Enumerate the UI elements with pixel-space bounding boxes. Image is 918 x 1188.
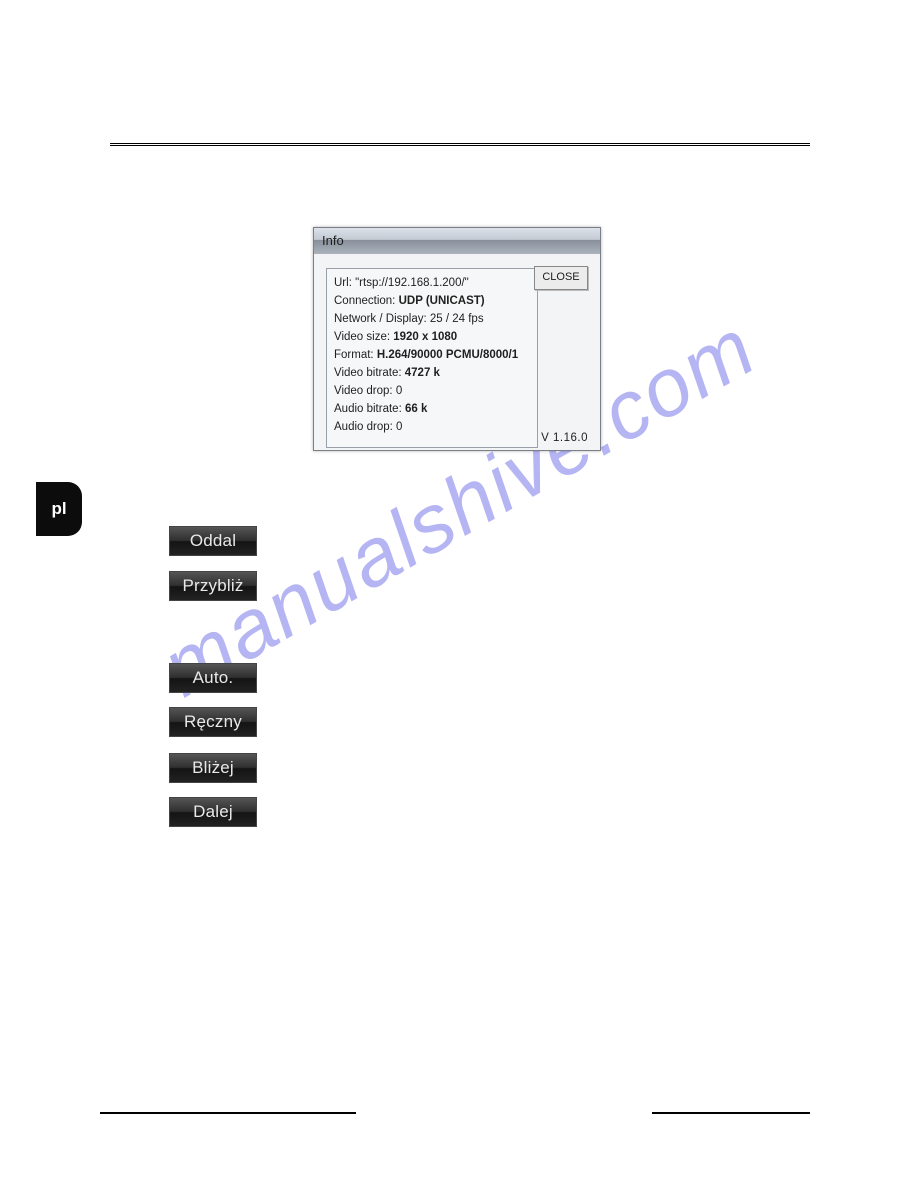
button-row-reczny: Ręczny xyxy=(168,707,258,737)
value: 0 xyxy=(396,385,402,397)
label: Audio drop: xyxy=(334,421,393,433)
info-box: Url: "rtsp://192.168.1.200/" Connection:… xyxy=(326,268,538,448)
language-code: pl xyxy=(51,499,66,519)
oddal-button[interactable]: Oddal xyxy=(169,526,257,556)
language-tab-pl[interactable]: pl xyxy=(36,482,82,536)
blizej-button[interactable]: Bliżej xyxy=(169,753,257,783)
value: 1920 x 1080 xyxy=(393,331,457,343)
label: Network / Display: xyxy=(334,313,427,325)
value: 4727 k xyxy=(405,367,440,379)
value: 0 xyxy=(396,421,402,433)
label: Video size: xyxy=(334,331,390,343)
button-row-przybliz: Przybliż xyxy=(168,571,258,601)
label: Url: xyxy=(334,277,352,289)
bottom-separator-left xyxy=(100,1112,356,1114)
button-row-auto: Auto. xyxy=(168,663,258,693)
value: H.264/90000 PCMU/8000/1 xyxy=(377,349,518,361)
label: Connection: xyxy=(334,295,395,307)
value: "rtsp://192.168.1.200/" xyxy=(355,277,469,289)
close-button[interactable]: CLOSE xyxy=(534,266,588,290)
button-row-blizej: Bliżej xyxy=(168,753,258,783)
info-line-vdrop: Video drop: 0 xyxy=(334,382,530,400)
info-line-format: Format: H.264/90000 PCMU/8000/1 xyxy=(334,346,530,364)
button-row-oddal: Oddal xyxy=(168,526,258,556)
dialog-body: Url: "rtsp://192.168.1.200/" Connection:… xyxy=(314,254,600,450)
info-line-abitrate: Audio bitrate: 66 k xyxy=(334,400,530,418)
info-line-videosize: Video size: 1920 x 1080 xyxy=(334,328,530,346)
label: Format: xyxy=(334,349,374,361)
info-line-connection: Connection: UDP (UNICAST) xyxy=(334,292,530,310)
page: manualshive.com Info Url: "rtsp://192.16… xyxy=(0,0,918,1188)
top-separator xyxy=(110,143,810,146)
value: 66 k xyxy=(405,403,427,415)
info-line-vbitrate: Video bitrate: 4727 k xyxy=(334,364,530,382)
value: UDP (UNICAST) xyxy=(399,295,485,307)
auto-button[interactable]: Auto. xyxy=(169,663,257,693)
label: Video drop: xyxy=(334,385,393,397)
info-line-network: Network / Display: 25 / 24 fps xyxy=(334,310,530,328)
info-line-adrop: Audio drop: 0 xyxy=(334,418,530,436)
reczny-button[interactable]: Ręczny xyxy=(169,707,257,737)
dialog-titlebar[interactable]: Info xyxy=(314,228,600,255)
dalej-button[interactable]: Dalej xyxy=(169,797,257,827)
label: Video bitrate: xyxy=(334,367,402,379)
value: 25 / 24 fps xyxy=(430,313,484,325)
version-label: V 1.16.0 xyxy=(541,432,588,444)
info-line-url: Url: "rtsp://192.168.1.200/" xyxy=(334,274,530,292)
info-dialog: Info Url: "rtsp://192.168.1.200/" Connec… xyxy=(313,227,601,451)
button-row-dalej: Dalej xyxy=(168,797,258,827)
dialog-title: Info xyxy=(322,233,344,248)
bottom-separator-right xyxy=(652,1112,810,1114)
label: Audio bitrate: xyxy=(334,403,402,415)
przybliz-button[interactable]: Przybliż xyxy=(169,571,257,601)
